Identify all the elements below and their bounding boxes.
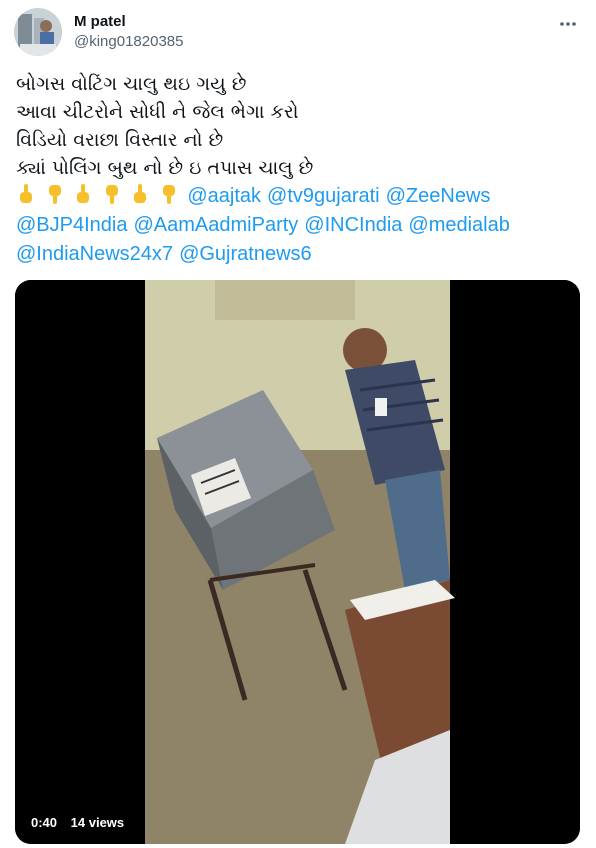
video-frame <box>15 280 580 844</box>
more-options-button[interactable] <box>554 10 582 38</box>
point-down-icon <box>105 185 118 204</box>
tweet-mentions: @aajtak @tv9gujarati @ZeeNews @BJP4India @A… <box>16 182 586 269</box>
mention-link[interactable]: @AamAadmiParty <box>133 214 298 236</box>
tweet-line: વિડિયો વરાછા વિસ્તાર નો છે <box>16 129 224 151</box>
point-up-icon <box>20 184 32 203</box>
author-display-name[interactable]: M patel <box>74 12 183 32</box>
mention-link[interactable]: @Gujratnews6 <box>179 243 312 265</box>
author-names: M patel @king01820385 <box>74 12 183 52</box>
tweet-text: બોગસ વોટિંગ ચાલુ થઇ ગયુ છે આવા ચીટરોને સ… <box>16 70 580 182</box>
mentions-row-3: @IndiaNews24x7 @Gujratnews6 <box>16 240 586 269</box>
mentions-row-2: @BJP4India @AamAadmiParty @INCIndia @medial… <box>16 211 586 240</box>
point-down-icon <box>48 185 61 204</box>
mention-link[interactable]: @BJP4India <box>16 214 127 236</box>
video-time: 0:40 <box>31 815 58 830</box>
tweet-line: આવા ચીટરોને સોધી ને જેલ ભેગા કરો <box>16 101 299 123</box>
mention-link[interactable]: @tv9gujarati <box>267 185 380 207</box>
video-player[interactable]: 0:40 14 views <box>15 280 580 844</box>
point-up-icon <box>134 184 147 203</box>
tweet-line: ક્યાં પોલિંગ બુથ નો છે ઇ તપાસ ચાલુ છે <box>16 157 314 179</box>
point-up-icon <box>77 184 90 203</box>
tweet-header: M patel @king01820385 <box>14 8 582 56</box>
mentions-row-1: @aajtak @tv9gujarati @ZeeNews <box>16 182 586 211</box>
tweet-line: બોગસ વોટિંગ ચાલુ થઇ ગયુ છે <box>16 73 247 95</box>
mention-link[interactable]: @INCIndia <box>304 214 402 236</box>
author-handle[interactable]: @king01820385 <box>74 32 183 52</box>
point-down-icon <box>162 185 175 204</box>
mention-link[interactable]: @aajtak <box>187 185 261 207</box>
mention-link[interactable]: @IndiaNews24x7 <box>16 243 173 265</box>
more-icon <box>560 22 576 26</box>
video-info: 0:40 14 views <box>31 815 134 830</box>
video-views: 14 views <box>70 815 125 830</box>
pointing-emojis <box>16 184 187 207</box>
mention-link[interactable]: @ZeeNews <box>386 185 491 207</box>
avatar[interactable] <box>14 8 62 56</box>
mention-link[interactable]: @medialab <box>408 214 509 236</box>
